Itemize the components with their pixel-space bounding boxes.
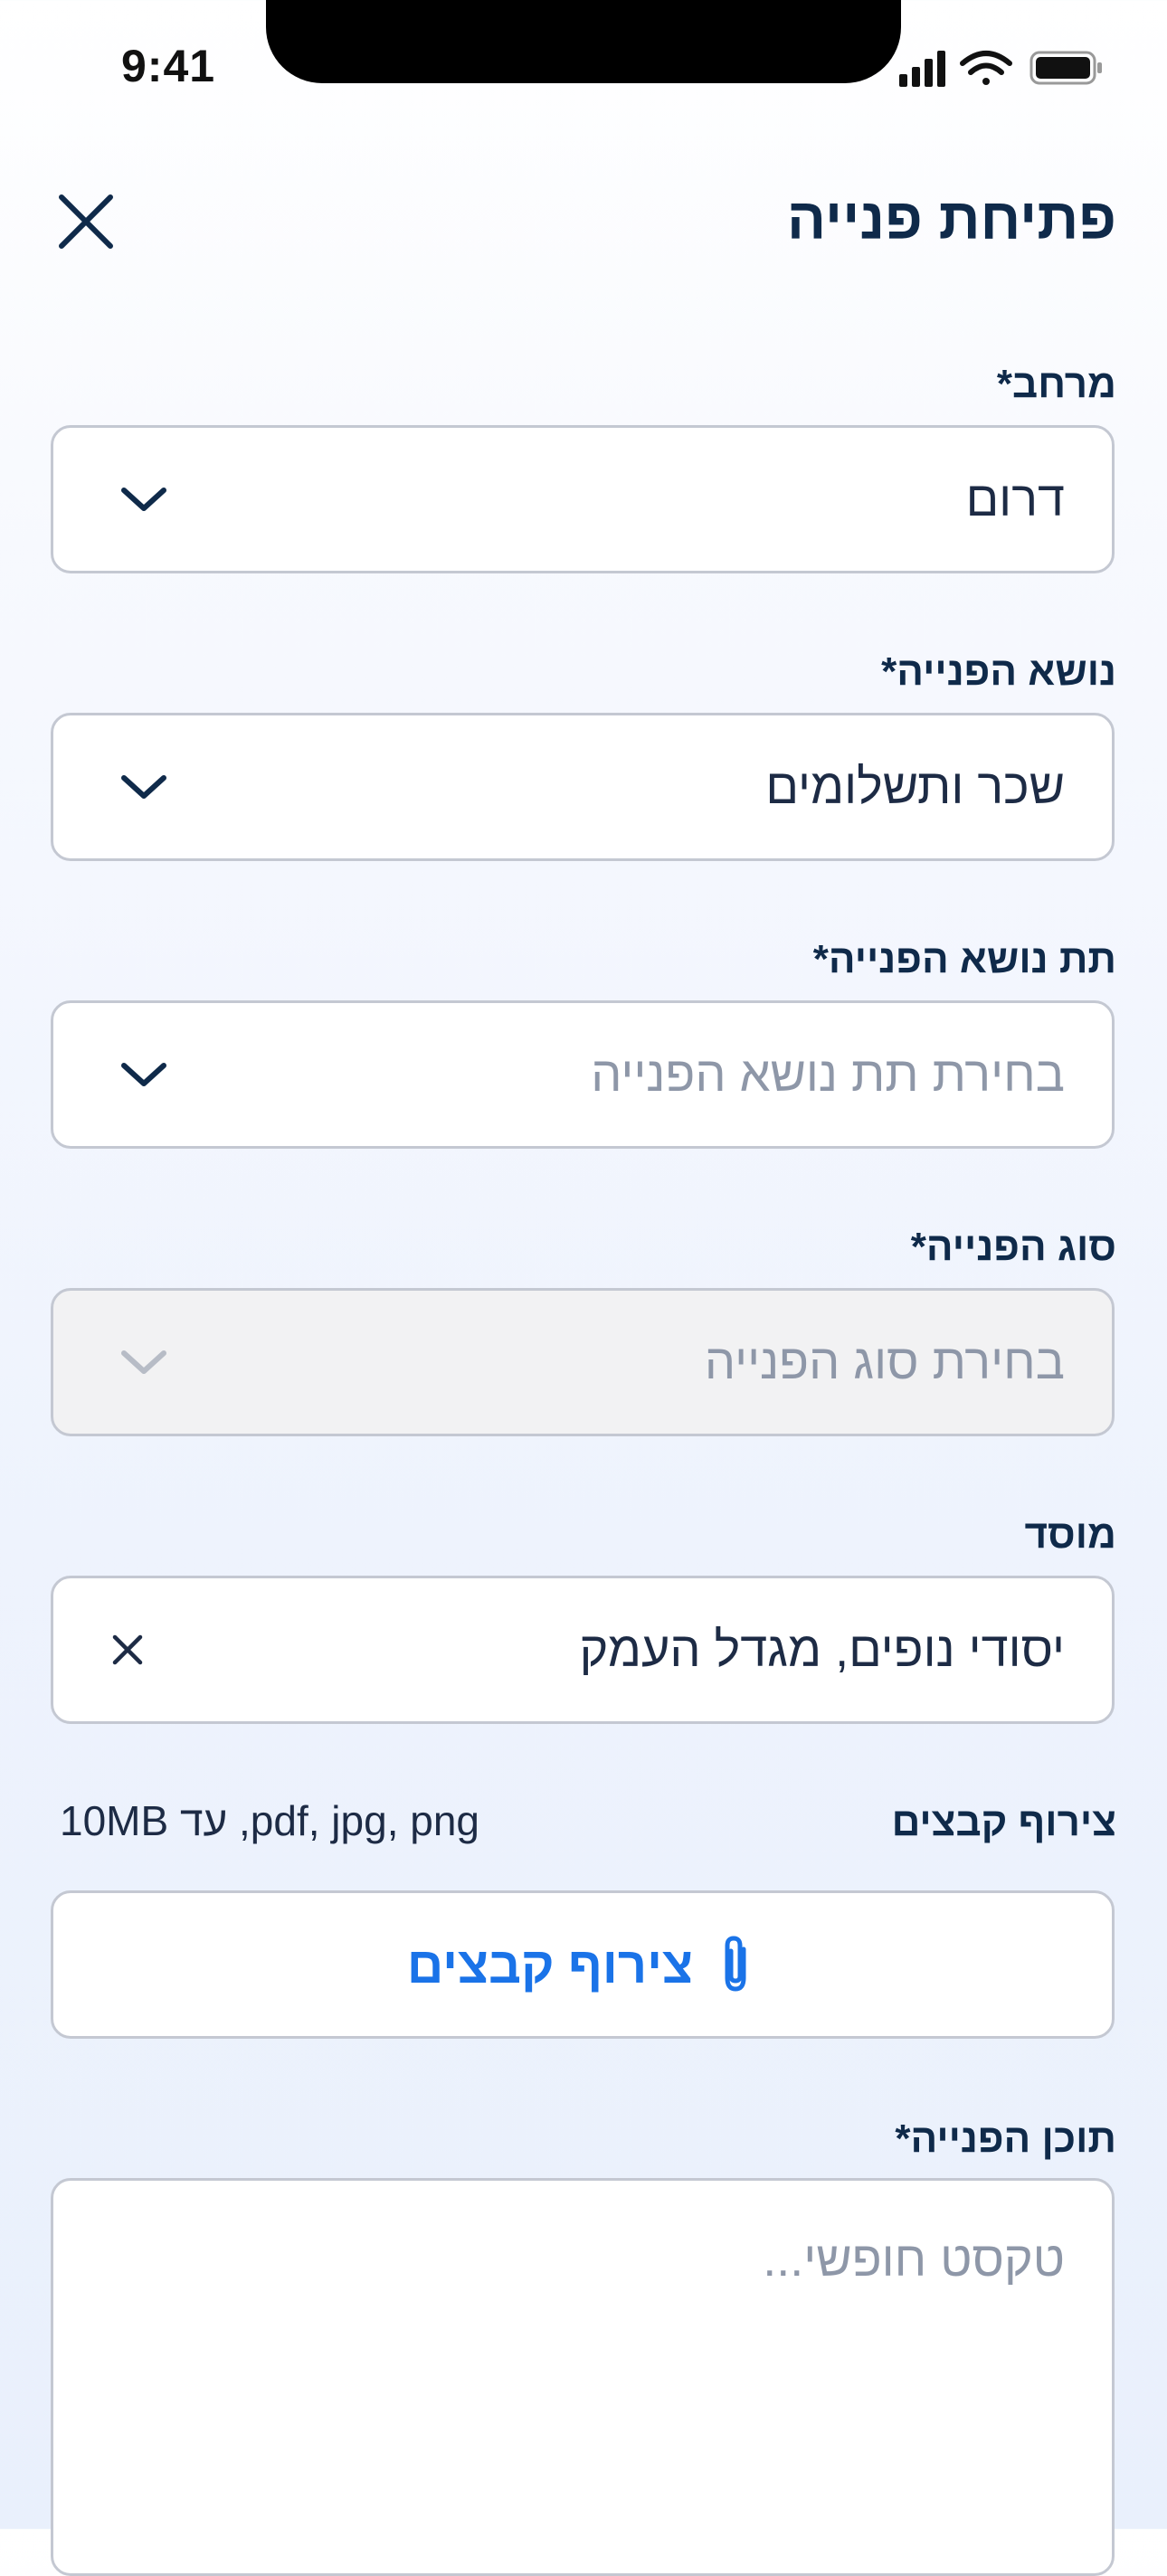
content-textarea[interactable]: טקסט חופשי... (51, 2178, 1115, 2576)
region-value: דרום (965, 472, 1065, 526)
request-type-placeholder: בחירת סוג הפנייה (704, 1335, 1065, 1389)
chevron-down-icon (121, 1350, 166, 1374)
battery-icon (1029, 51, 1102, 85)
region-select[interactable]: דרום (51, 425, 1115, 573)
content-label: תוכן הפנייה* (895, 2117, 1116, 2161)
attachments-label: צירוף קבצים (891, 1800, 1116, 1844)
chevron-down-icon (121, 488, 166, 511)
request-type-select: בחירת סוג הפנייה (51, 1288, 1115, 1436)
subject-label: נושא הפנייה* (881, 649, 1116, 694)
system-status-icons (899, 51, 1102, 87)
close-icon[interactable] (54, 190, 118, 253)
sub-subject-placeholder: בחירת תת נושא הפנייה (591, 1047, 1065, 1102)
sub-subject-label: תת נושא הפנייה* (812, 937, 1116, 981)
subject-value: שכר ותשלומים (765, 760, 1065, 814)
chevron-down-icon (121, 1063, 166, 1086)
chevron-down-icon (121, 775, 166, 799)
paperclip-icon (725, 1936, 746, 1992)
content-placeholder: טקסט חופשי... (763, 2232, 1065, 2287)
page-title: פתיחת פנייה (786, 186, 1116, 251)
institution-input[interactable]: יסודי נופים, מגדל העמק (51, 1576, 1115, 1724)
institution-value: יסודי נופים, מגדל העמק (579, 1623, 1065, 1677)
request-type-label: סוג הפנייה* (910, 1225, 1116, 1269)
sub-subject-select[interactable]: בחירת תת נושא הפנייה (51, 1000, 1115, 1149)
subject-select[interactable]: שכר ותשלומים (51, 713, 1115, 861)
wifi-icon (960, 51, 1012, 85)
attach-files-button[interactable]: צירוף קבצים (51, 1890, 1115, 2039)
institution-label: מוסד (1024, 1512, 1116, 1557)
attach-files-label: צירוף קבצים (406, 1936, 694, 1994)
region-label: מרחב* (996, 362, 1116, 406)
status-time: 9:41 (121, 41, 216, 91)
status-bar: 9:41 (0, 0, 1167, 136)
attachments-hint: 10MB עד ,pdf, jpg, png (60, 1797, 479, 1844)
device-notch (266, 0, 901, 83)
clear-icon[interactable] (108, 1630, 147, 1670)
cellular-signal-icon (899, 51, 945, 87)
